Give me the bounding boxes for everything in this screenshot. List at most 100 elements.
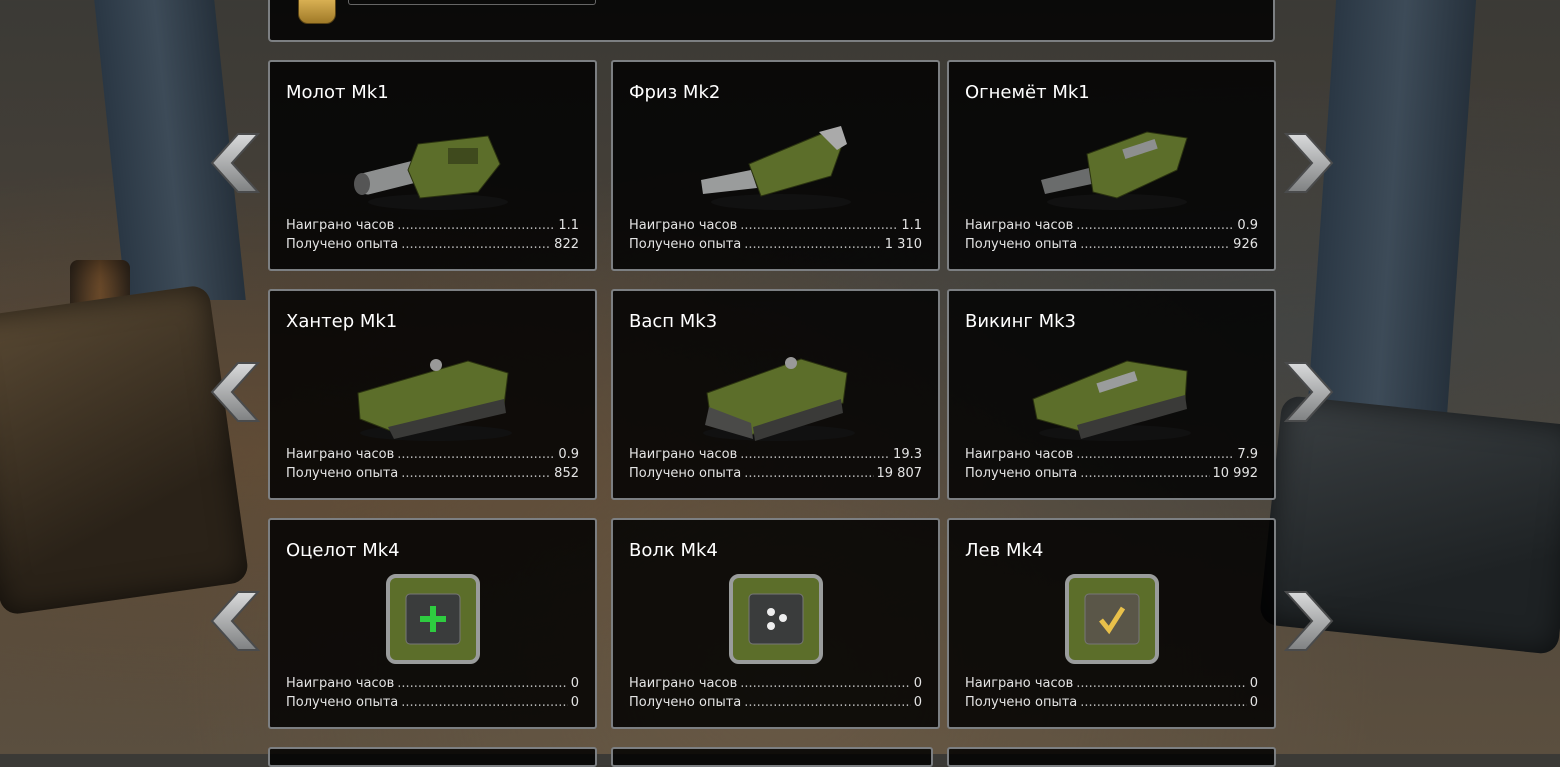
stat-value: 0 — [913, 676, 922, 691]
stat-row: Наиграно часов 7.9 — [965, 447, 1258, 462]
stat-row: Наиграно часов 1.1 — [286, 218, 579, 233]
stat-label: Получено опыта — [629, 695, 742, 710]
stat-label: Получено опыта — [629, 466, 742, 481]
module-image — [691, 572, 861, 672]
hulls-prev-arrow-button[interactable] — [210, 361, 261, 423]
stat-value: 1.1 — [901, 218, 922, 233]
equipment-card[interactable] — [611, 747, 933, 767]
module-image — [348, 572, 518, 672]
stat-value: 7.9 — [1237, 447, 1258, 462]
card-title: Фриз Mk2 — [629, 82, 721, 103]
equipment-card[interactable] — [268, 747, 597, 767]
stat-value: 0 — [570, 676, 579, 691]
stat-value: 822 — [554, 237, 579, 252]
stat-value: 19 807 — [876, 466, 923, 481]
equipment-card[interactable]: Фриз Mk2 Наиграно часов 1.1 Получено опыт… — [611, 60, 940, 271]
stat-label: Получено опыта — [286, 695, 399, 710]
equipment-card[interactable]: Викинг Mk3 Наиграно часов 7.9 Получено оп… — [947, 289, 1276, 500]
stat-value: 0.9 — [1237, 218, 1258, 233]
turret-image — [348, 114, 518, 214]
card-title: Лев Mk4 — [965, 540, 1044, 561]
stat-row: Получено опыта 10 992 — [965, 466, 1258, 481]
stat-label: Получено опыта — [629, 237, 742, 252]
stat-row: Получено опыта 0 — [286, 695, 579, 710]
module-check-icon — [1064, 574, 1159, 664]
stat-label: Наиграно часов — [286, 218, 395, 233]
turrets-prev-arrow-button[interactable] — [210, 132, 261, 194]
stat-row: Получено опыта 0 — [629, 695, 922, 710]
stat-value: 0.9 — [558, 447, 579, 462]
equipment-card[interactable]: Лев Mk4 Наиграно часов 0 Получено опыта 0 — [947, 518, 1276, 729]
stat-label: Получено опыта — [965, 466, 1078, 481]
equipment-card[interactable]: Огнемёт Mk1 Наиграно часов 0.9 Получено о… — [947, 60, 1276, 271]
chevron-left-icon — [210, 362, 261, 422]
turret-image — [691, 114, 861, 214]
hulls-next-arrow-button[interactable] — [1283, 361, 1334, 423]
chevron-left-icon — [210, 133, 261, 193]
turret-image — [1027, 114, 1197, 214]
stat-row: Получено опыта 822 — [286, 237, 579, 252]
stat-value: 926 — [1233, 237, 1258, 252]
turret-firebird-icon — [1040, 131, 1188, 210]
card-title: Огнемёт Mk1 — [965, 82, 1090, 103]
hull-viking-icon — [1031, 360, 1191, 441]
stat-row: Наиграно часов 0 — [965, 676, 1258, 691]
turret-freeze-icon — [700, 126, 851, 210]
hull-image — [691, 343, 861, 443]
equipment-card[interactable]: Волк Mk4 Наиграно часов 0 Получено опыта 0 — [611, 518, 940, 729]
stat-value: 1.1 — [558, 218, 579, 233]
stat-value: 0 — [913, 695, 922, 710]
hull-wasp-icon — [702, 357, 855, 441]
equipment-card[interactable]: Хантер Mk1 Наиграно часов 0.9 Получено оп… — [268, 289, 597, 500]
stat-row: Получено опыта 19 807 — [629, 466, 922, 481]
hull-image — [348, 343, 518, 443]
card-title: Васп Mk3 — [629, 311, 718, 332]
stat-row: Получено опыта 852 — [286, 466, 579, 481]
equipment-card[interactable]: Васп Mk3 Наиграно часов 19.3 Получено опы… — [611, 289, 940, 500]
equipment-card[interactable]: Оцелот Mk4 Наиграно часов 0 Получено опыт… — [268, 518, 597, 729]
equipment-card[interactable]: Молот Mk1 Наиграно часов 1.1 Получено опы… — [268, 60, 597, 271]
stat-label: Наиграно часов — [965, 676, 1074, 691]
profile-summary-panel — [268, 0, 1275, 42]
stat-label: Получено опыта — [286, 237, 399, 252]
stat-label: Получено опыта — [286, 466, 399, 481]
chevron-right-icon — [1283, 591, 1334, 651]
chevron-right-icon — [1283, 362, 1334, 422]
stat-label: Наиграно часов — [965, 447, 1074, 462]
hull-image — [1027, 343, 1197, 443]
stat-row: Наиграно часов 0.9 — [965, 218, 1258, 233]
stat-label: Наиграно часов — [629, 447, 738, 462]
hull-hunter-icon — [356, 359, 512, 441]
stat-label: Наиграно часов — [629, 218, 738, 233]
modules-prev-arrow-button[interactable] — [210, 590, 261, 652]
stat-row: Наиграно часов 0 — [286, 676, 579, 691]
rank-icon — [298, 0, 336, 24]
background-tank — [0, 284, 250, 616]
stat-row: Наиграно часов 19.3 — [629, 447, 922, 462]
stat-value: 19.3 — [893, 447, 922, 462]
card-title: Оцелот Mk4 — [286, 540, 400, 561]
stat-label: Наиграно часов — [965, 218, 1074, 233]
stat-value: 0 — [1249, 676, 1258, 691]
stat-row: Получено опыта 1 310 — [629, 237, 922, 252]
card-title: Викинг Mk3 — [965, 311, 1076, 332]
card-title: Молот Mk1 — [286, 82, 389, 103]
equipment-card[interactable] — [947, 747, 1276, 767]
turrets-next-arrow-button[interactable] — [1283, 132, 1334, 194]
stat-row: Наиграно часов 1.1 — [629, 218, 922, 233]
stat-label: Наиграно часов — [629, 676, 738, 691]
stat-label: Наиграно часов — [286, 447, 395, 462]
stat-row: Наиграно часов 0.9 — [286, 447, 579, 462]
stat-row: Наиграно часов 0 — [629, 676, 922, 691]
stat-label: Наиграно часов — [286, 676, 395, 691]
stat-row: Получено опыта 0 — [965, 695, 1258, 710]
card-title: Хантер Mk1 — [286, 311, 398, 332]
stat-value: 10 992 — [1212, 466, 1259, 481]
modules-next-arrow-button[interactable] — [1283, 590, 1334, 652]
module-plus-icon — [385, 574, 480, 664]
chevron-right-icon — [1283, 133, 1334, 193]
stat-value: 852 — [554, 466, 579, 481]
card-title: Волк Mk4 — [629, 540, 718, 561]
stat-label: Получено опыта — [965, 695, 1078, 710]
stat-label: Получено опыта — [965, 237, 1078, 252]
